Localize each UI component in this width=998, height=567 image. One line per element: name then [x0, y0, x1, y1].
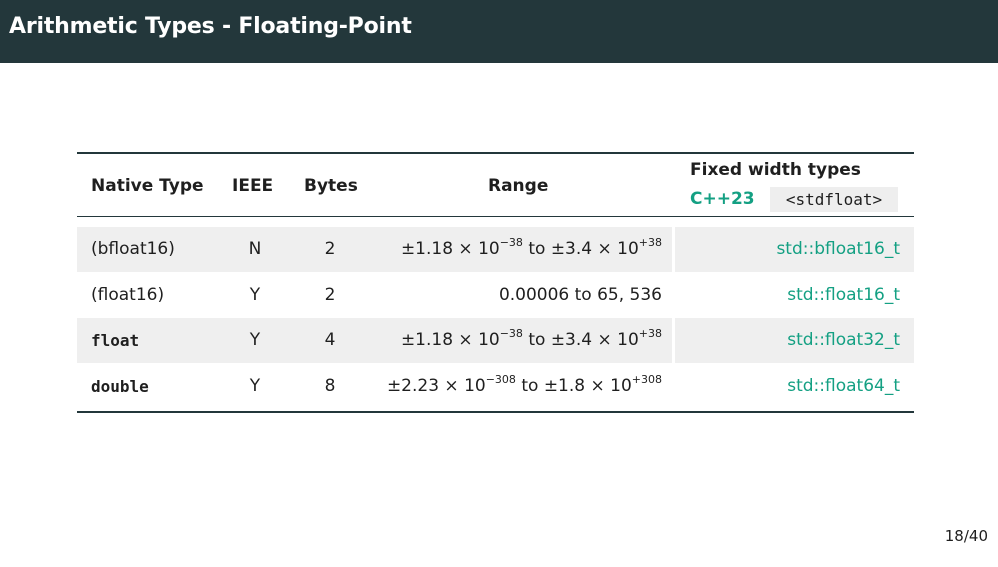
header-range: Range [488, 176, 549, 196]
cell-fixed-width-type: std::bfloat16_t [776, 239, 900, 259]
range-min-exponent: −308 [485, 373, 516, 386]
table-row: float Y 4 ±1.18 × 10−38 to ±3.4 × 10+38 … [77, 318, 914, 363]
range-max: ±3.4 × 10 [550, 330, 639, 350]
header-native-type: Native Type [91, 176, 204, 196]
cell-range: ±1.18 × 10−38 to ±3.4 × 10+38 [401, 318, 662, 363]
slide-title: Arithmetic Types - Floating-Point [9, 14, 412, 39]
range-to: to [522, 239, 551, 259]
table-top-rule [77, 152, 914, 154]
page-number: 18/40 [944, 527, 988, 545]
cell-native-type: float [91, 331, 140, 350]
cell-ieee: Y [249, 376, 261, 396]
cell-fixed-width-type: std::float16_t [787, 285, 900, 305]
cell-native-type: double [91, 377, 149, 396]
range-max-exponent: +38 [638, 236, 662, 249]
cell-ieee: N [248, 239, 262, 259]
range-to: to [515, 376, 544, 396]
cell-bytes: 2 [324, 285, 336, 305]
cell-range: ±1.18 × 10−38 to ±3.4 × 10+38 [401, 227, 662, 272]
cell-ieee: Y [249, 285, 261, 305]
range-max: ±1.8 × 10 [543, 376, 632, 396]
table-row: (bfloat16) N 2 ±1.18 × 10−38 to ±3.4 × 1… [77, 227, 914, 272]
cell-ieee: Y [249, 330, 261, 350]
range-min-exponent: −38 [499, 236, 523, 249]
cell-bytes: 2 [324, 239, 336, 259]
table-bottom-rule [77, 411, 914, 413]
range-max-exponent: +308 [631, 373, 662, 386]
range-to: to [522, 330, 551, 350]
range-min: ±2.23 × 10 [386, 376, 486, 396]
header-fixed-width: Fixed width types [690, 160, 861, 180]
range-min-exponent: −38 [499, 327, 523, 340]
cell-range: 0.00006 to 65, 536 [498, 285, 662, 305]
table-row: (float16) Y 2 0.00006 to 65, 536 std::fl… [77, 273, 914, 318]
range-max-exponent: +38 [638, 327, 662, 340]
cell-native-type: (bfloat16) [91, 239, 175, 259]
table-header-rule [77, 216, 914, 217]
cell-fixed-width-type: std::float64_t [787, 376, 900, 396]
header-bytes: Bytes [304, 176, 358, 196]
range-min: ±1.18 × 10 [400, 330, 500, 350]
cell-bytes: 8 [324, 376, 336, 396]
range-min: ±1.18 × 10 [400, 239, 500, 259]
header-ieee: IEEE [232, 176, 274, 196]
cell-range: ±2.23 × 10−308 to ±1.8 × 10+308 [387, 364, 662, 409]
cell-native-type: (float16) [91, 285, 165, 305]
table-row: double Y 8 ±2.23 × 10−308 to ±1.8 × 10+3… [77, 364, 914, 409]
header-stdfloat: <stdfloat> [770, 187, 898, 212]
range-max: ±3.4 × 10 [550, 239, 639, 259]
cell-fixed-width-type: std::float32_t [787, 330, 900, 350]
header-cpp-version: C++23 [690, 189, 755, 209]
title-bar: Arithmetic Types - Floating-Point [0, 0, 998, 63]
cell-bytes: 4 [324, 330, 336, 350]
